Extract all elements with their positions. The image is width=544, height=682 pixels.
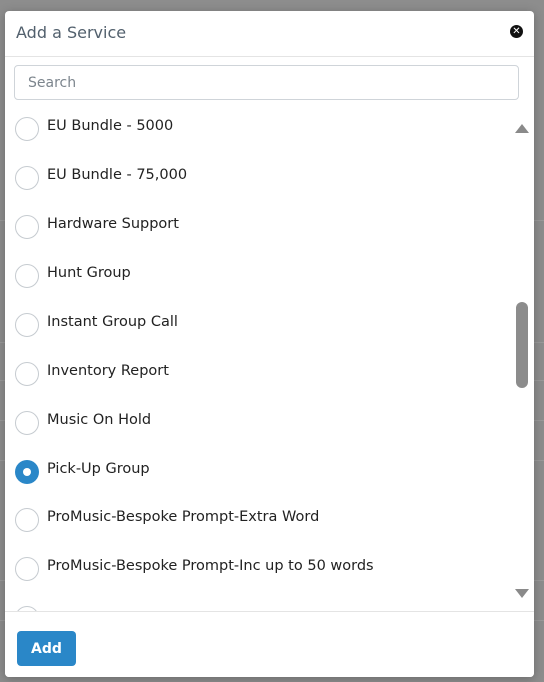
radio-button[interactable] [15,411,39,435]
modal-title: Add a Service [16,23,127,42]
radio-button[interactable] [15,117,39,141]
service-label: Hardware Support [47,216,179,232]
scroll-up-arrow-icon[interactable] [515,124,529,133]
modal-footer: Add [5,611,534,677]
service-item[interactable]: Inventory Report [15,360,495,390]
service-item[interactable]: EU Bundle - 5000 [15,115,495,145]
service-label: EU Bundle - 75,000 [47,167,188,183]
radio-button[interactable] [15,362,39,386]
radio-button[interactable] [15,215,39,239]
radio-button[interactable] [15,557,39,581]
service-item[interactable]: Hardware Support [15,213,495,243]
service-label: Instant Group Call [47,314,178,330]
close-icon[interactable]: ✕ [510,25,523,38]
scroll-thumb[interactable] [516,302,528,388]
service-label: Music On Hold [47,412,152,428]
service-label: Inventory Report [47,363,169,379]
service-list: EU Bundle - 5000 EU Bundle - 75,000 Hard… [5,112,534,611]
service-label: EU Bundle - 5000 [47,118,174,134]
add-button[interactable]: Add [17,631,76,666]
list-scrollbar[interactable] [512,112,532,611]
service-label: ProMusic-Bespoke Prompt-Extra Word [47,509,320,525]
search-input[interactable] [14,65,519,100]
radio-button[interactable] [15,313,39,337]
radio-button-checked[interactable] [15,460,39,484]
service-label: ProMusic-Bespoke Prompt-Inc up to 50 wor… [47,558,374,574]
scroll-down-arrow-icon[interactable] [515,589,529,598]
service-item[interactable]: Instant Group Call [15,311,495,341]
radio-button[interactable] [15,166,39,190]
radio-button[interactable] [15,508,39,532]
service-item[interactable]: ProMusic-Bespoke Prompt-Inc up to 50 wor… [15,555,495,585]
service-label: Hunt Group [47,265,131,281]
add-service-modal: Add a Service ✕ EU Bundle - 5000 EU Bund… [5,11,534,677]
service-item[interactable]: ProMusic-Bespoke Prompt-Extra Word [15,506,495,536]
radio-button[interactable] [15,264,39,288]
service-item[interactable]: Music On Hold [15,409,495,439]
modal-header: Add a Service ✕ [5,11,534,57]
service-item[interactable]: EU Bundle - 75,000 [15,164,495,194]
service-item-partial[interactable] [15,604,495,611]
service-label: Pick-Up Group [47,461,150,477]
service-item-selected[interactable]: Pick-Up Group [15,458,495,488]
service-item[interactable]: Hunt Group [15,262,495,292]
